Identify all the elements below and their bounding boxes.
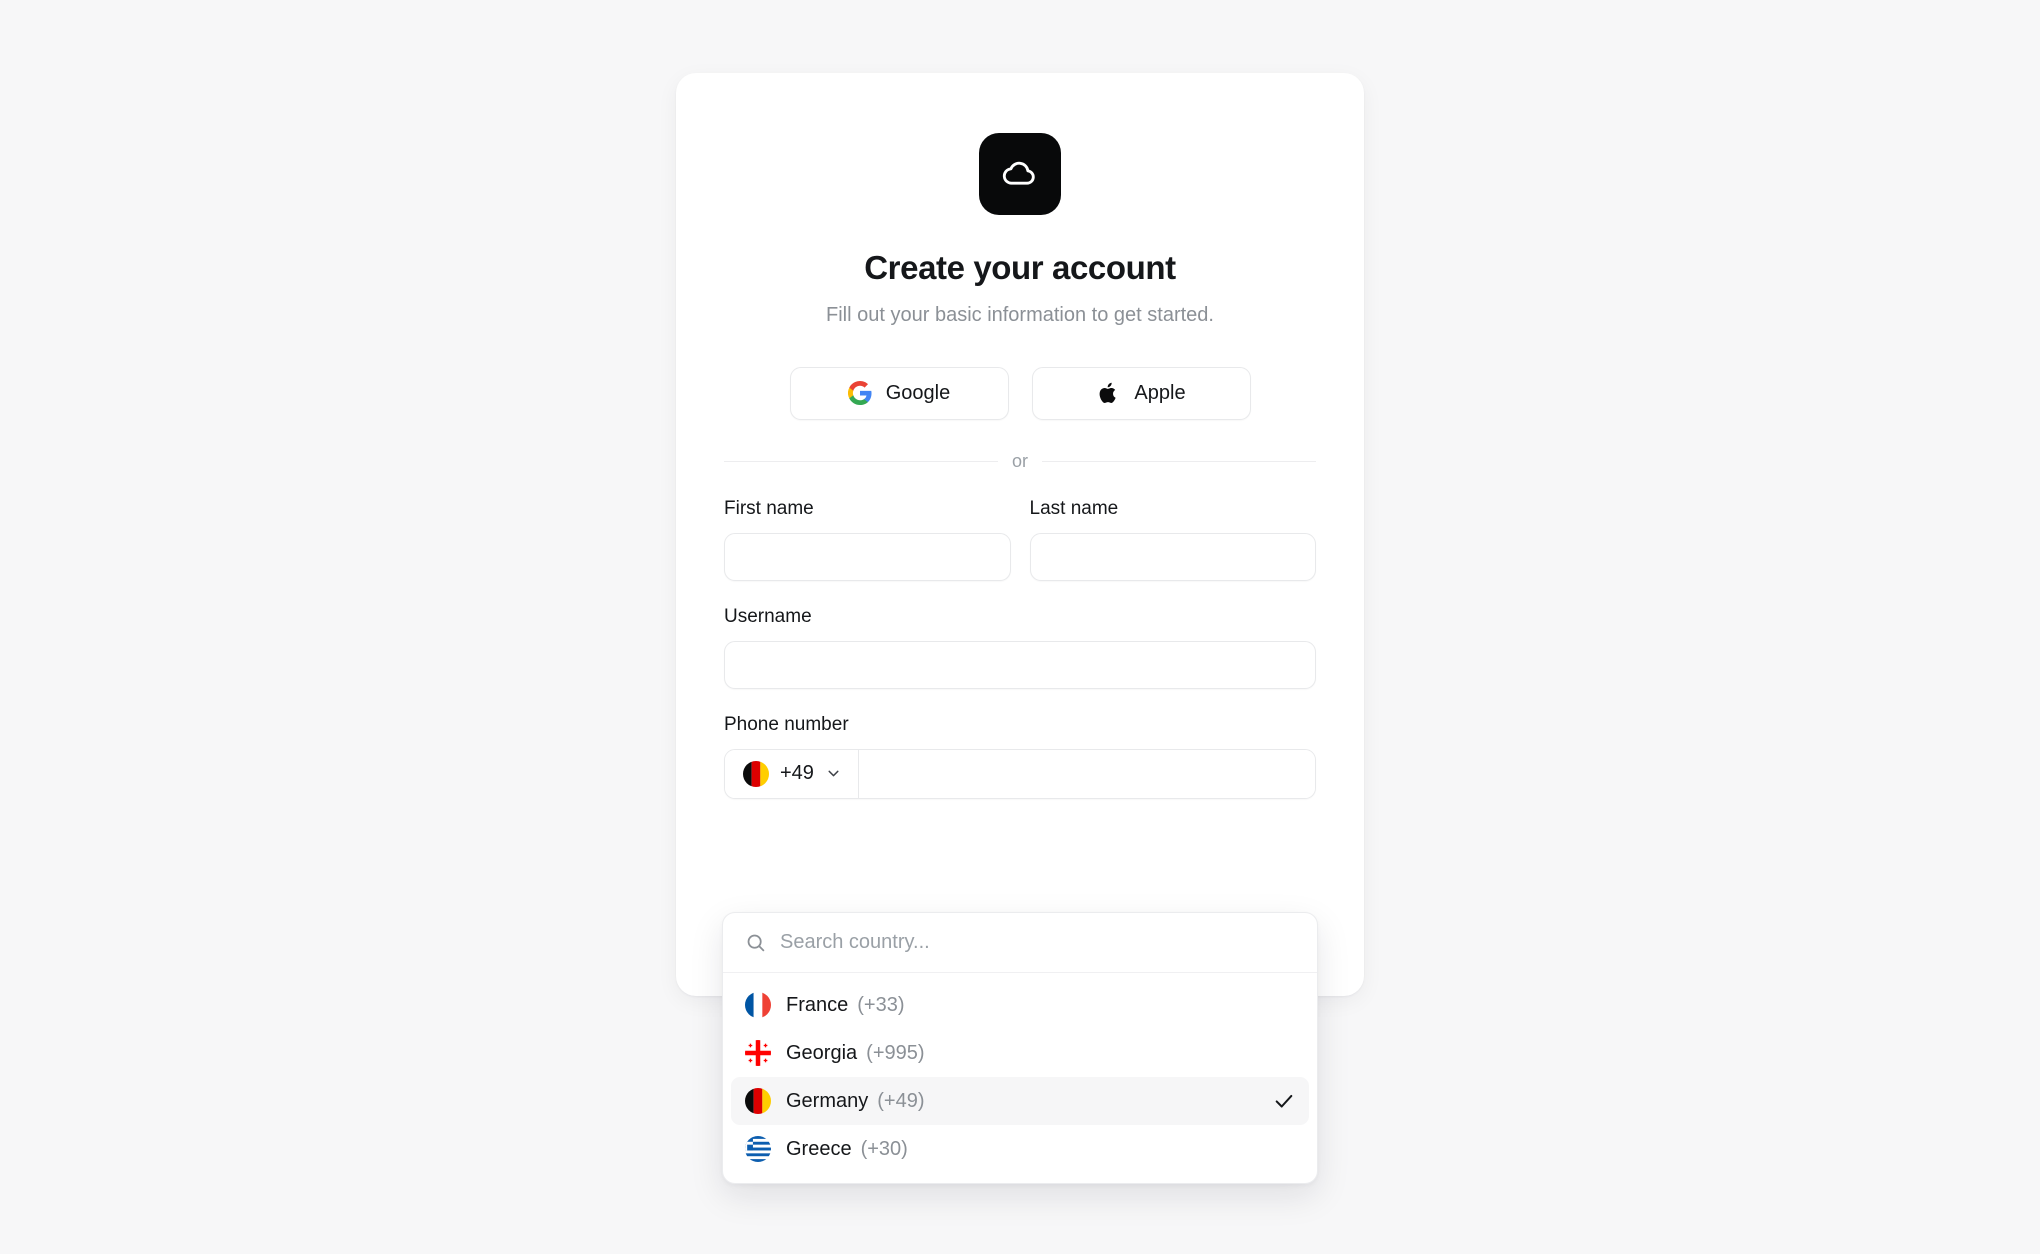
apple-signin-button[interactable]: Apple [1031,366,1251,420]
last-name-input[interactable] [1029,532,1316,581]
country-name: Germany [786,1089,869,1112]
phone-label: Phone number [724,713,849,735]
name-row: First name Last name [724,498,1316,581]
cloud-logo-badge [979,133,1061,215]
country-dial-code: (+49) [877,1089,925,1112]
google-signin-label: Google [885,381,951,404]
apple-signin-label: Apple [1134,381,1186,404]
chevron-down-icon [825,765,842,782]
brand-logo [724,133,1316,215]
flag-gr-icon [745,1136,771,1162]
username-label: Username [724,605,812,627]
flag-fr-icon [745,992,771,1018]
phone-field-group: Phone number +49 [724,714,1316,799]
country-name: Greece [786,1137,852,1160]
phone-input-group: +49 [724,748,1316,799]
country-option-georgia[interactable]: Georgia (+995) [731,1029,1309,1077]
country-dial-code: (+995) [866,1041,925,1064]
cloud-icon [1000,154,1040,194]
country-search-input[interactable] [780,931,1295,954]
country-name: France [786,993,849,1016]
last-name-label: Last name [1029,497,1119,519]
signup-screen: Create your account Fill out your basic … [0,0,2040,1254]
signup-card: Create your account Fill out your basic … [676,73,1364,996]
country-dial-code: (+30) [860,1137,908,1160]
phone-number-input[interactable] [858,749,1315,798]
page-title: Create your account [864,249,1176,286]
country-dropdown-panel: France (+33) [722,912,1318,1184]
google-icon [847,381,872,406]
country-option-greece[interactable]: Greece (+30) [731,1125,1309,1173]
divider-line-left [724,460,998,462]
country-dial-code: (+33) [857,993,905,1016]
selected-dial-code: +49 [780,762,814,785]
signup-form: First name Last name Username Phone numb… [724,498,1316,799]
first-name-field-group: First name [724,498,1011,581]
username-input[interactable] [724,640,1316,689]
flag-de-icon [743,760,769,787]
google-signin-button[interactable]: Google [789,366,1009,420]
apple-icon [1096,381,1120,405]
divider-label: or [1012,450,1029,471]
first-name-label: First name [724,497,814,519]
social-login-row: Google Apple [724,366,1316,420]
country-option-list: France (+33) Georgia (+995) Germany (+49… [723,973,1317,1183]
search-icon [745,932,766,953]
flag-ge-icon [745,1040,771,1066]
divider-line-right [1042,460,1317,462]
or-divider: or [724,450,1317,472]
country-search-row [723,913,1317,973]
flag-de-icon [745,1088,771,1114]
check-icon [1273,1090,1295,1112]
country-option-germany[interactable]: Germany (+49) [731,1077,1309,1125]
last-name-field-group: Last name [1029,497,1316,581]
first-name-input[interactable] [724,532,1011,581]
country-name: Georgia [786,1041,858,1064]
page-subtitle: Fill out your basic information to get s… [826,303,1214,326]
username-field-group: Username [724,606,1316,689]
country-option-france[interactable]: France (+33) [731,981,1309,1029]
country-code-selector[interactable]: +49 [725,749,859,798]
